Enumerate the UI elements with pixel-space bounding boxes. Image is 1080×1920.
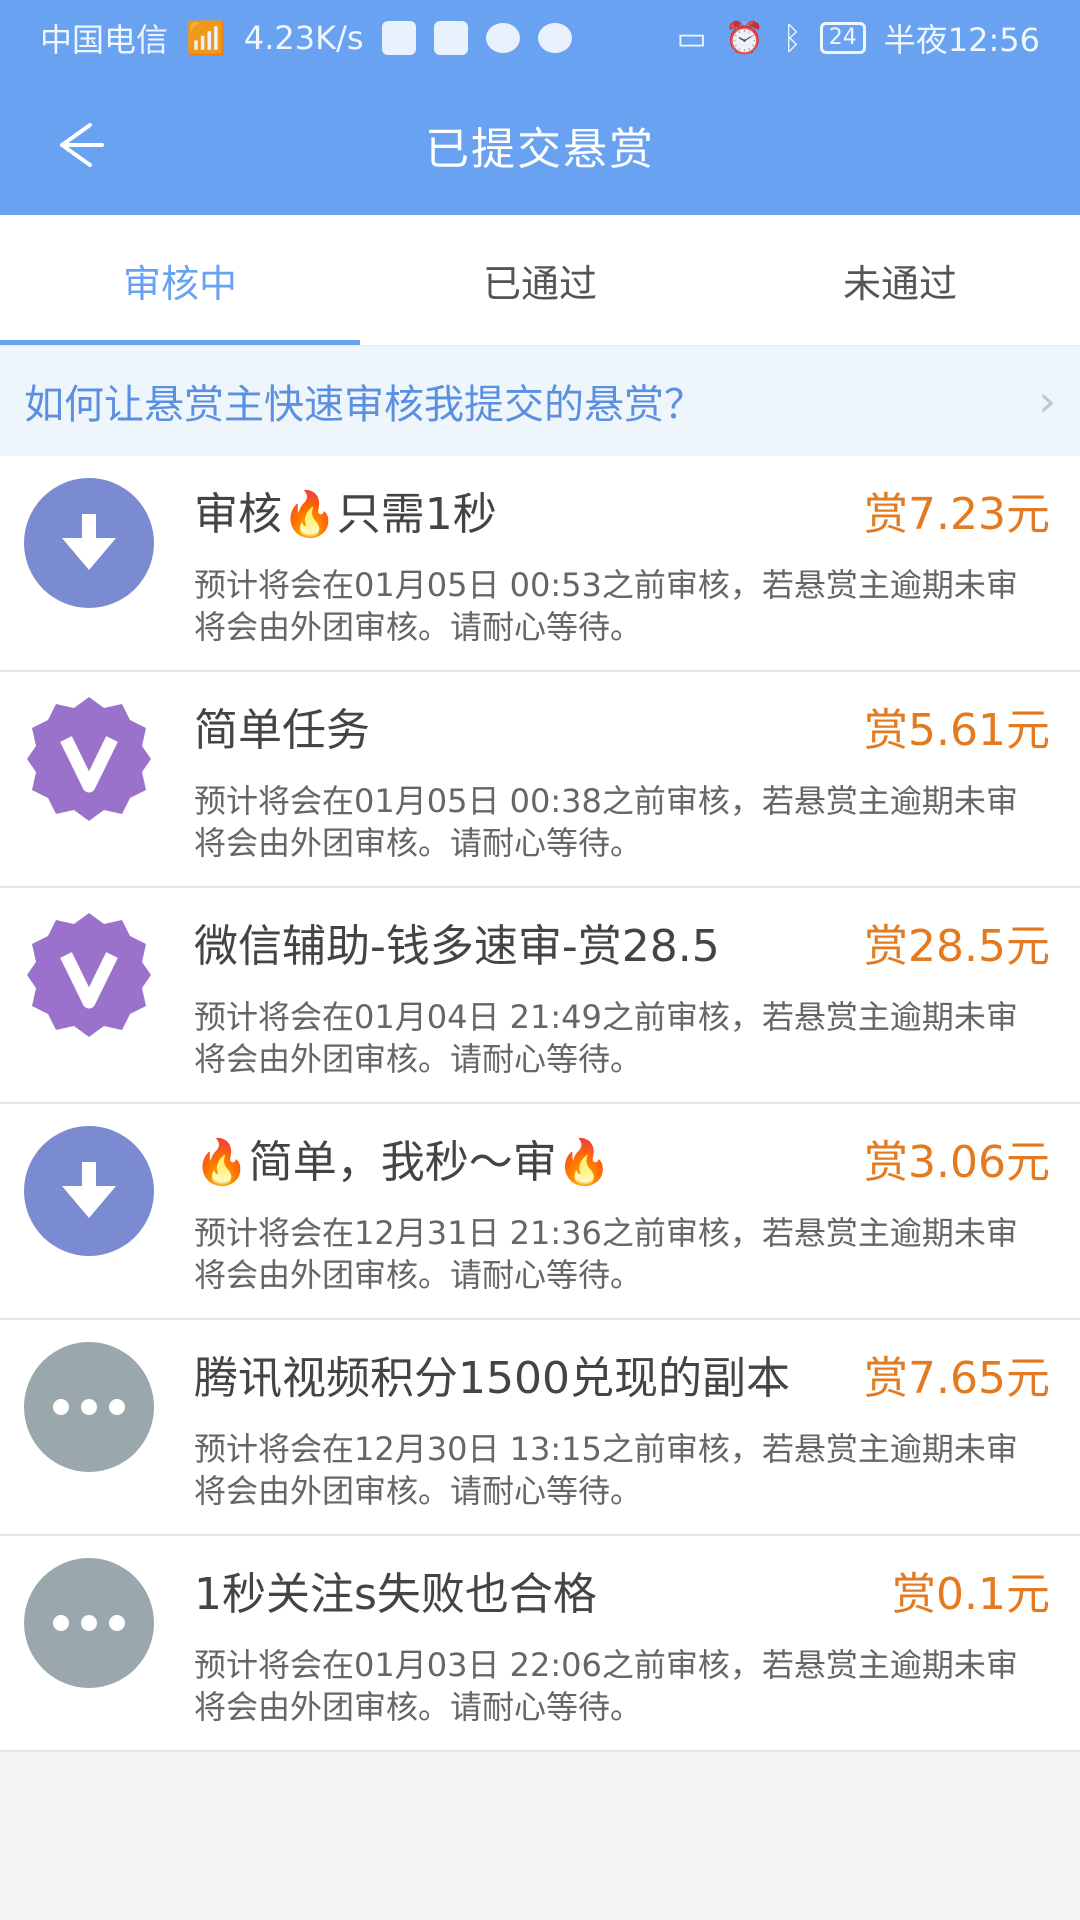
task-avatar	[24, 1558, 154, 1688]
task-name: 简单任务	[194, 705, 370, 756]
task-name: 腾讯视频积分1500兑现的副本	[194, 1353, 790, 1404]
task-reward: 赏7.65元	[864, 1353, 1050, 1404]
tab-approved[interactable]: 已通过	[360, 215, 720, 345]
list-item[interactable]: 腾讯视频积分1500兑现的副本 赏7.65元 预计将会在12月30日 13:15…	[0, 1320, 1080, 1536]
item-content: 简单任务 赏5.61元 预计将会在01月05日 00:38之前审核，若悬赏主逾期…	[194, 672, 1050, 864]
app-icon	[433, 20, 468, 55]
bluetooth-icon: ᛒ	[782, 18, 802, 57]
task-desc: 预计将会在12月30日 13:15之前审核，若悬赏主逾期未审将会由外团审核。请耐…	[194, 1430, 1018, 1510]
task-name: 审核🔥只需1秒	[194, 489, 497, 540]
net-speed: 4.23K/s	[243, 18, 364, 57]
wechat-icon	[537, 22, 572, 53]
app-bar: 已提交悬赏	[0, 75, 1080, 215]
more-icon	[24, 1342, 154, 1472]
back-arrow-icon[interactable]	[50, 115, 110, 175]
alarm-icon: ⏰	[724, 18, 765, 57]
task-desc: 预计将会在12月31日 21:36之前审核，若悬赏主逾期未审将会由外团审核。请耐…	[194, 1214, 1018, 1294]
tab-indicator	[0, 340, 360, 345]
task-desc: 预计将会在01月03日 22:06之前审核，若悬赏主逾期未审将会由外团审核。请耐…	[194, 1646, 1018, 1726]
item-content: 审核🔥只需1秒 赏7.23元 预计将会在01月05日 00:53之前审核，若悬赏…	[194, 456, 1050, 648]
task-avatar	[24, 910, 154, 1040]
item-content: 1秒关注s失败也合格 赏0.1元 预计将会在01月03日 22:06之前审核，若…	[194, 1536, 1050, 1728]
tab-rejected[interactable]: 未通过	[720, 215, 1080, 345]
download-icon	[24, 1126, 154, 1256]
task-desc: 预计将会在01月05日 00:38之前审核，若悬赏主逾期未审将会由外团审核。请耐…	[194, 782, 1018, 862]
task-reward: 赏5.61元	[864, 705, 1050, 756]
status-right: ▭ ⏰ ᛒ 24 半夜12:56	[676, 15, 1040, 61]
submission-list: 审核🔥只需1秒 赏7.23元 预计将会在01月05日 00:53之前审核，若悬赏…	[0, 456, 1080, 1752]
task-desc: 预计将会在01月04日 21:49之前审核，若悬赏主逾期未审将会由外团审核。请耐…	[194, 998, 1018, 1078]
carrier: 中国电信	[40, 20, 169, 59]
v-badge-icon	[27, 913, 151, 1037]
task-name: 微信辅助-钱多速审-赏28.5	[194, 921, 720, 972]
task-desc: 预计将会在01月05日 00:53之前审核，若悬赏主逾期未审将会由外团审核。请耐…	[194, 566, 1018, 646]
item-content: 🔥简单，我秒～审🔥 赏3.06元 预计将会在12月31日 21:36之前审核，若…	[194, 1104, 1050, 1296]
status-left: 中国电信 📶 4.23K/s	[40, 15, 572, 61]
task-avatar	[24, 694, 154, 824]
more-icon	[24, 1558, 154, 1688]
task-reward: 赏0.1元	[892, 1569, 1050, 1620]
top-area: 中国电信 📶 4.23K/s ▭ ⏰ ᛒ 24 半夜12:56 已提交悬赏	[0, 0, 1080, 215]
clock: 半夜12:56	[883, 20, 1040, 59]
list-item[interactable]: 1秒关注s失败也合格 赏0.1元 预计将会在01月03日 22:06之前审核，若…	[0, 1536, 1080, 1752]
task-reward: 赏7.23元	[864, 489, 1050, 540]
v-badge-icon	[27, 697, 151, 821]
task-name: 🔥简单，我秒～审🔥	[194, 1137, 612, 1188]
tab-reviewing[interactable]: 审核中	[0, 215, 360, 345]
tab-bar: 审核中 已通过 未通过	[0, 215, 1080, 346]
tip-text: 如何让悬赏主快速审核我提交的悬赏？	[24, 382, 704, 428]
download-icon	[24, 478, 154, 608]
hd-icon: ▭	[676, 18, 707, 57]
task-avatar	[24, 1126, 154, 1256]
battery-icon: 24	[819, 21, 866, 54]
item-content: 腾讯视频积分1500兑现的副本 赏7.65元 预计将会在12月30日 13:15…	[194, 1320, 1050, 1512]
task-avatar	[24, 1342, 154, 1472]
tip-banner[interactable]: 如何让悬赏主快速审核我提交的悬赏？ ›	[0, 346, 1080, 456]
task-avatar	[24, 478, 154, 608]
list-item[interactable]: 🔥简单，我秒～审🔥 赏3.06元 预计将会在12月31日 21:36之前审核，若…	[0, 1104, 1080, 1320]
task-reward: 赏3.06元	[864, 1137, 1050, 1188]
list-item[interactable]: 微信辅助-钱多速审-赏28.5 赏28.5元 预计将会在01月04日 21:49…	[0, 888, 1080, 1104]
shield-icon	[381, 20, 416, 55]
item-content: 微信辅助-钱多速审-赏28.5 赏28.5元 预计将会在01月04日 21:49…	[194, 888, 1050, 1080]
list-item[interactable]: 审核🔥只需1秒 赏7.23元 预计将会在01月05日 00:53之前审核，若悬赏…	[0, 456, 1080, 672]
chevron-right-icon: ›	[1038, 375, 1056, 427]
list-item[interactable]: 简单任务 赏5.61元 预计将会在01月05日 00:38之前审核，若悬赏主逾期…	[0, 672, 1080, 888]
task-name: 1秒关注s失败也合格	[194, 1569, 597, 1620]
page-title: 已提交悬赏	[425, 124, 655, 175]
task-reward: 赏28.5元	[864, 921, 1050, 972]
signal-icon: 📶	[186, 18, 226, 57]
status-bar: 中国电信 📶 4.23K/s ▭ ⏰ ᛒ 24 半夜12:56	[0, 0, 1080, 75]
message-icon	[485, 22, 520, 53]
